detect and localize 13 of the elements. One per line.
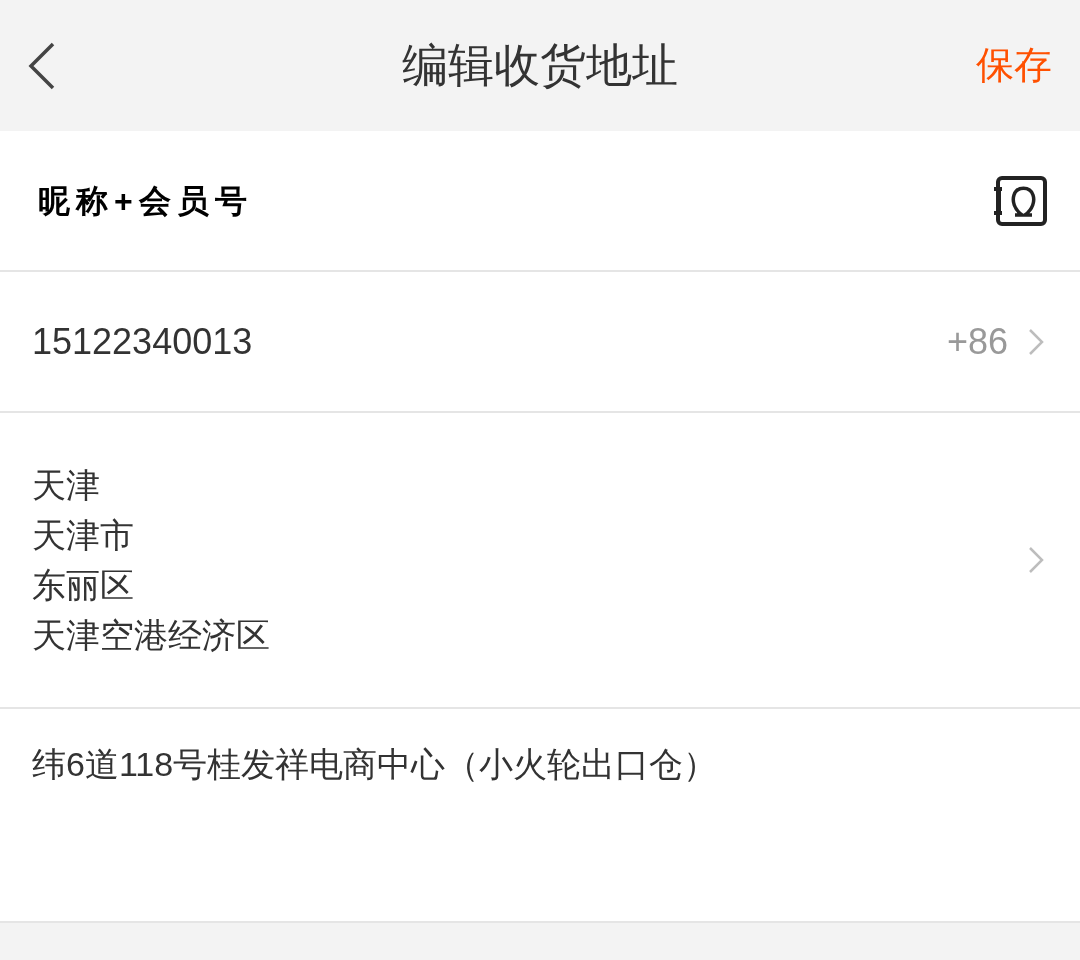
phone-field[interactable]: 15122340013 <box>32 314 253 369</box>
region-line: 天津市 <box>32 515 135 556</box>
contacts-book-icon[interactable] <box>992 174 1048 227</box>
chevron-right-icon <box>1028 546 1044 574</box>
region-line: 天津空港经济区 <box>32 615 270 656</box>
region-line: 东丽区 <box>32 565 135 606</box>
name-field[interactable]: 昵称+会员号 <box>38 176 253 225</box>
address-field[interactable]: 纬6道118号桂发祥电商中心（小火轮出口仓） <box>32 739 1044 789</box>
phone-row[interactable]: 15122340013 +86 <box>0 272 1080 413</box>
region-line: 天津 <box>32 465 101 506</box>
chevron-right-icon <box>1028 327 1044 356</box>
region-row[interactable]: 天津 天津市 东丽区 天津空港经济区 <box>0 413 1080 709</box>
page-title: 编辑收货地址 <box>402 38 678 93</box>
